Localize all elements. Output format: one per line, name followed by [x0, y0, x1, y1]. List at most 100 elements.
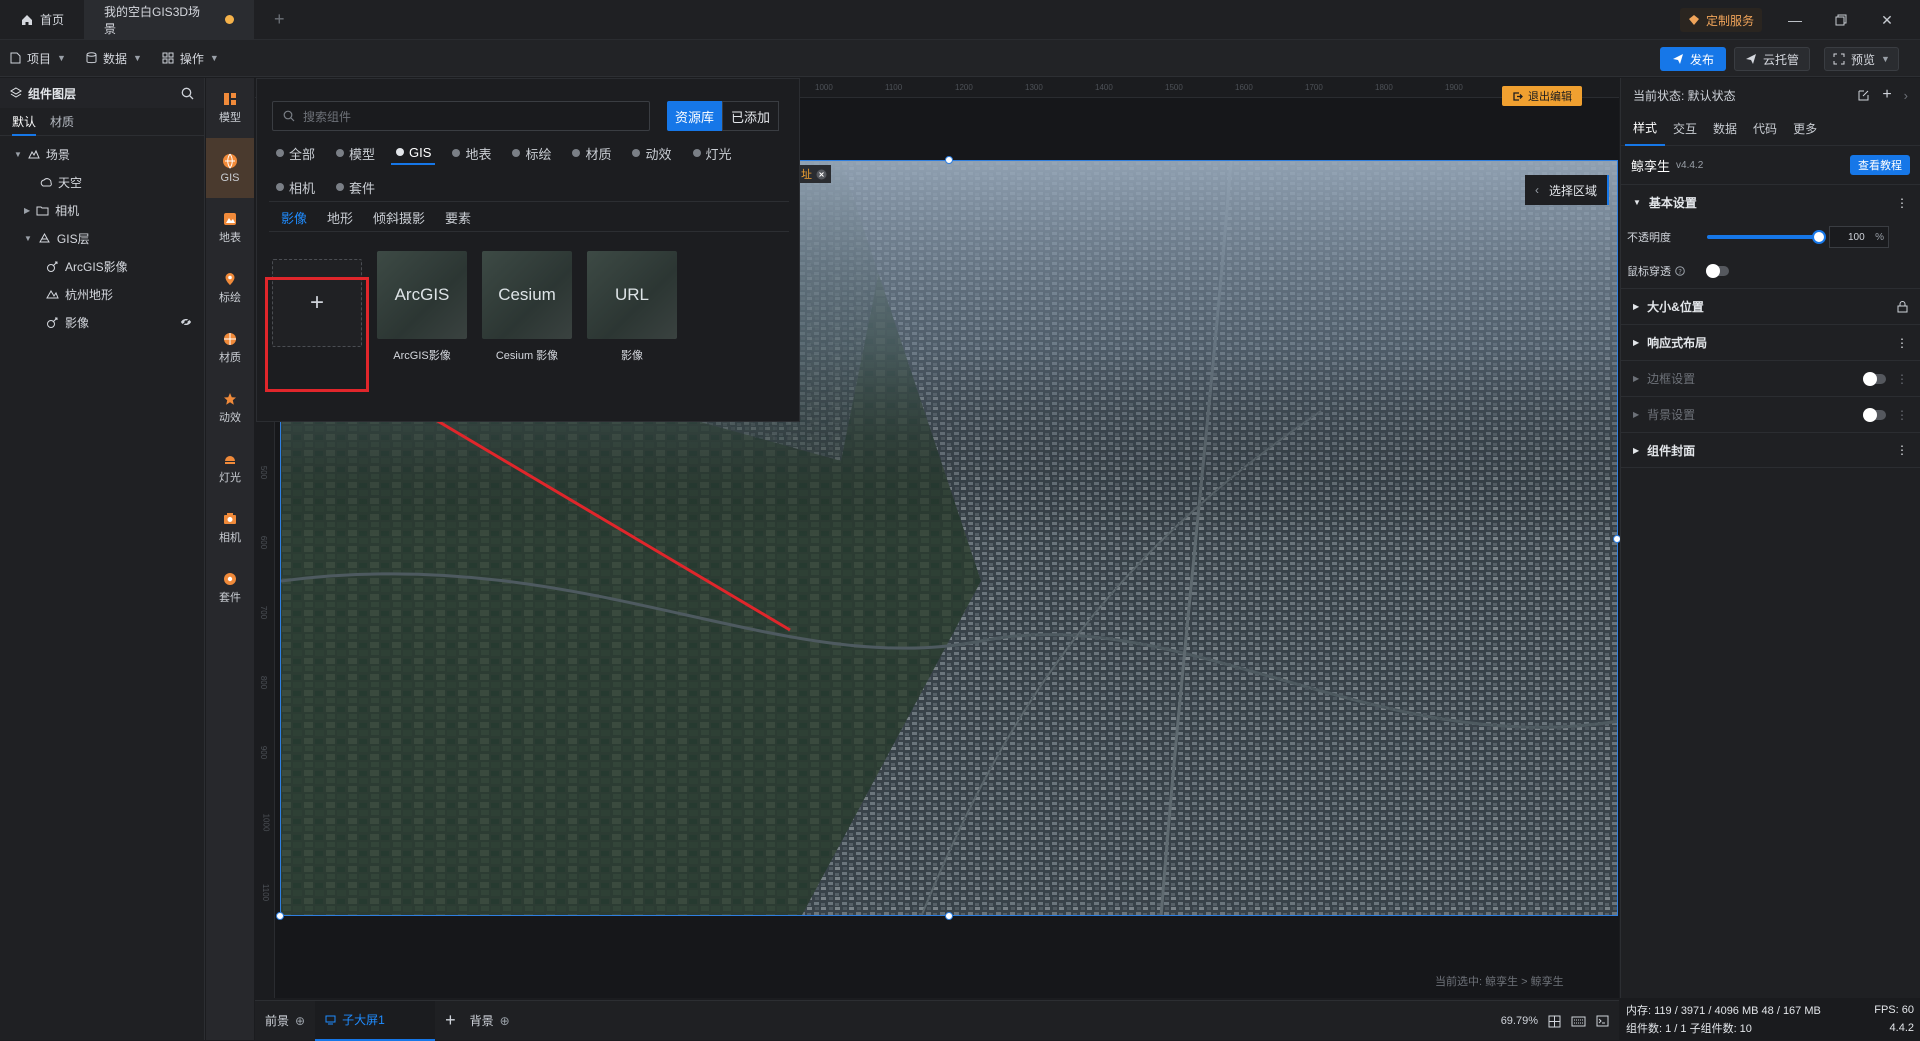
- exit-edit-button[interactable]: 退出编辑: [1502, 86, 1582, 106]
- layer-tab-default[interactable]: 默认: [12, 108, 37, 136]
- more-vertical-icon[interactable]: ⋮: [1896, 443, 1908, 457]
- tutorial-button[interactable]: 查看教程: [1850, 155, 1910, 175]
- section-responsive[interactable]: ▶ 响应式布局 ⋮: [1621, 324, 1920, 360]
- prop-tab-style[interactable]: 样式: [1625, 112, 1666, 146]
- opacity-slider-knob[interactable]: [1812, 230, 1826, 244]
- category-camera[interactable]: 相机: [271, 175, 319, 199]
- more-vertical-icon[interactable]: ⋮: [1896, 372, 1908, 386]
- rail-item-gis[interactable]: GIS: [206, 138, 254, 198]
- restore-icon[interactable]: [1818, 0, 1864, 40]
- tree-item-hangzhou-terrain[interactable]: 杭州地形: [0, 280, 204, 308]
- category-material[interactable]: 材质: [567, 141, 615, 165]
- category-model[interactable]: 模型: [331, 141, 379, 165]
- lock-icon[interactable]: [1897, 300, 1908, 313]
- chevron-right-icon[interactable]: ›: [1904, 88, 1908, 103]
- rail-item-plot[interactable]: 标绘: [206, 258, 254, 318]
- plus-icon[interactable]: +: [1882, 86, 1891, 104]
- tree-item-camera[interactable]: ▶ 相机: [0, 196, 204, 224]
- zoom-level[interactable]: 69.79%: [1501, 1015, 1538, 1027]
- category-surface[interactable]: 地表: [447, 141, 495, 165]
- category-gis[interactable]: GIS: [391, 141, 436, 165]
- preview-button[interactable]: 预览 ▼: [1824, 47, 1899, 71]
- minimize-icon[interactable]: —: [1772, 0, 1818, 40]
- tile-thumb-text: ArcGIS: [394, 285, 450, 304]
- subtab-oblique-photo[interactable]: 倾斜摄影: [373, 208, 425, 227]
- menu-operate[interactable]: 操作 ▼: [152, 40, 229, 77]
- section-basic[interactable]: ▼ 基本设置 ⋮: [1621, 184, 1920, 220]
- subtab-imagery[interactable]: 影像: [281, 208, 307, 227]
- opacity-input[interactable]: 100 %: [1829, 226, 1889, 248]
- rail-item-surface[interactable]: 地表: [206, 198, 254, 258]
- more-vertical-icon[interactable]: ⋮: [1896, 336, 1908, 350]
- resize-handle-bottom[interactable]: [945, 912, 953, 920]
- tile-cesium[interactable]: Cesium Cesium 影像: [482, 251, 572, 363]
- chevron-left-icon[interactable]: ‹: [1535, 183, 1539, 197]
- tree-item-gis-layer[interactable]: ▼ GIS层: [0, 224, 204, 252]
- add-circle-icon[interactable]: ⊕: [295, 1014, 305, 1028]
- keyboard-icon[interactable]: [1571, 1016, 1586, 1027]
- cloud-host-button[interactable]: 云托管: [1734, 47, 1811, 71]
- eye-hidden-icon[interactable]: [180, 317, 192, 327]
- rail-item-model[interactable]: 模型: [206, 78, 254, 138]
- close-circle-icon[interactable]: [816, 169, 827, 180]
- tree-item-sky[interactable]: 天空: [0, 168, 204, 196]
- tab-document[interactable]: 我的空白GIS3D场景: [84, 0, 255, 40]
- border-toggle[interactable]: [1863, 371, 1886, 386]
- layer-tab-material[interactable]: 材质: [50, 113, 74, 130]
- tab-subscreen[interactable]: 子大屏1: [315, 1000, 436, 1041]
- new-tab-button[interactable]: +: [254, 0, 305, 40]
- resize-handle-bottom-left[interactable]: [276, 912, 284, 920]
- tab-foreground[interactable]: 前景 ⊕: [255, 1001, 315, 1041]
- more-vertical-icon[interactable]: ⋮: [1896, 196, 1908, 210]
- menu-project[interactable]: 项目 ▼: [0, 40, 76, 77]
- fit-screen-icon[interactable]: [1548, 1015, 1561, 1028]
- rail-item-effect[interactable]: 动效: [206, 378, 254, 438]
- category-effect[interactable]: 动效: [627, 141, 675, 165]
- prop-tab-code[interactable]: 代码: [1745, 112, 1785, 146]
- search-input[interactable]: 搜索组件: [272, 101, 650, 131]
- section-background[interactable]: ▶ 背景设置 ⋮: [1621, 396, 1920, 432]
- category-light[interactable]: 灯光: [688, 141, 736, 165]
- mouse-through-toggle[interactable]: [1706, 264, 1729, 278]
- more-vertical-icon[interactable]: ⋮: [1896, 408, 1908, 422]
- prop-tab-interaction[interactable]: 交互: [1665, 112, 1705, 146]
- opacity-slider[interactable]: [1707, 230, 1826, 244]
- library-tab[interactable]: 资源库: [667, 101, 723, 131]
- category-kit[interactable]: 套件: [331, 175, 379, 199]
- tree-item-scene[interactable]: ▼ 场景: [0, 140, 204, 168]
- resize-handle-top[interactable]: [945, 156, 953, 164]
- menu-data[interactable]: 数据 ▼: [76, 40, 152, 77]
- added-tab[interactable]: 已添加: [722, 101, 780, 131]
- category-plot[interactable]: 标绘: [507, 141, 555, 165]
- tab-background[interactable]: 背景 ⊕: [466, 1001, 514, 1041]
- tile-arcgis[interactable]: ArcGIS ArcGIS影像: [377, 251, 467, 363]
- tree-item-arcgis-imagery[interactable]: ArcGIS影像: [0, 252, 204, 280]
- section-size-position[interactable]: ▶ 大小&位置: [1621, 288, 1920, 324]
- select-area-panel[interactable]: ‹ 选择区域: [1525, 175, 1609, 205]
- all-category-icon: [275, 148, 285, 158]
- add-screen-button[interactable]: +: [435, 1001, 466, 1041]
- terminal-icon[interactable]: [1596, 1015, 1609, 1027]
- tile-url[interactable]: URL 影像: [587, 251, 677, 363]
- add-circle-icon[interactable]: ⊕: [500, 1014, 510, 1028]
- subtab-terrain[interactable]: 地形: [327, 208, 353, 227]
- rail-item-kit[interactable]: 套件: [206, 558, 254, 618]
- publish-button[interactable]: 发布: [1660, 47, 1727, 71]
- rail-item-material[interactable]: 材质: [206, 318, 254, 378]
- search-icon[interactable]: [181, 87, 194, 100]
- edit-icon[interactable]: [1857, 89, 1870, 102]
- tree-item-imagery[interactable]: 影像: [0, 308, 204, 336]
- subtab-features[interactable]: 要素: [445, 208, 471, 227]
- background-toggle[interactable]: [1863, 407, 1886, 422]
- prop-tab-data[interactable]: 数据: [1705, 112, 1745, 146]
- close-icon[interactable]: ✕: [1864, 0, 1910, 40]
- rail-item-light[interactable]: 灯光: [206, 438, 254, 498]
- rail-item-camera[interactable]: 相机: [206, 498, 254, 558]
- help-icon[interactable]: ?: [1675, 266, 1685, 276]
- section-border[interactable]: ▶ 边框设置 ⋮: [1621, 360, 1920, 396]
- category-all[interactable]: 全部: [271, 141, 319, 165]
- custom-service-button[interactable]: 定制服务: [1680, 8, 1763, 32]
- prop-tab-more[interactable]: 更多: [1785, 112, 1825, 146]
- tab-home[interactable]: 首页: [0, 0, 84, 40]
- section-cover[interactable]: ▶ 组件封面 ⋮: [1621, 432, 1920, 468]
